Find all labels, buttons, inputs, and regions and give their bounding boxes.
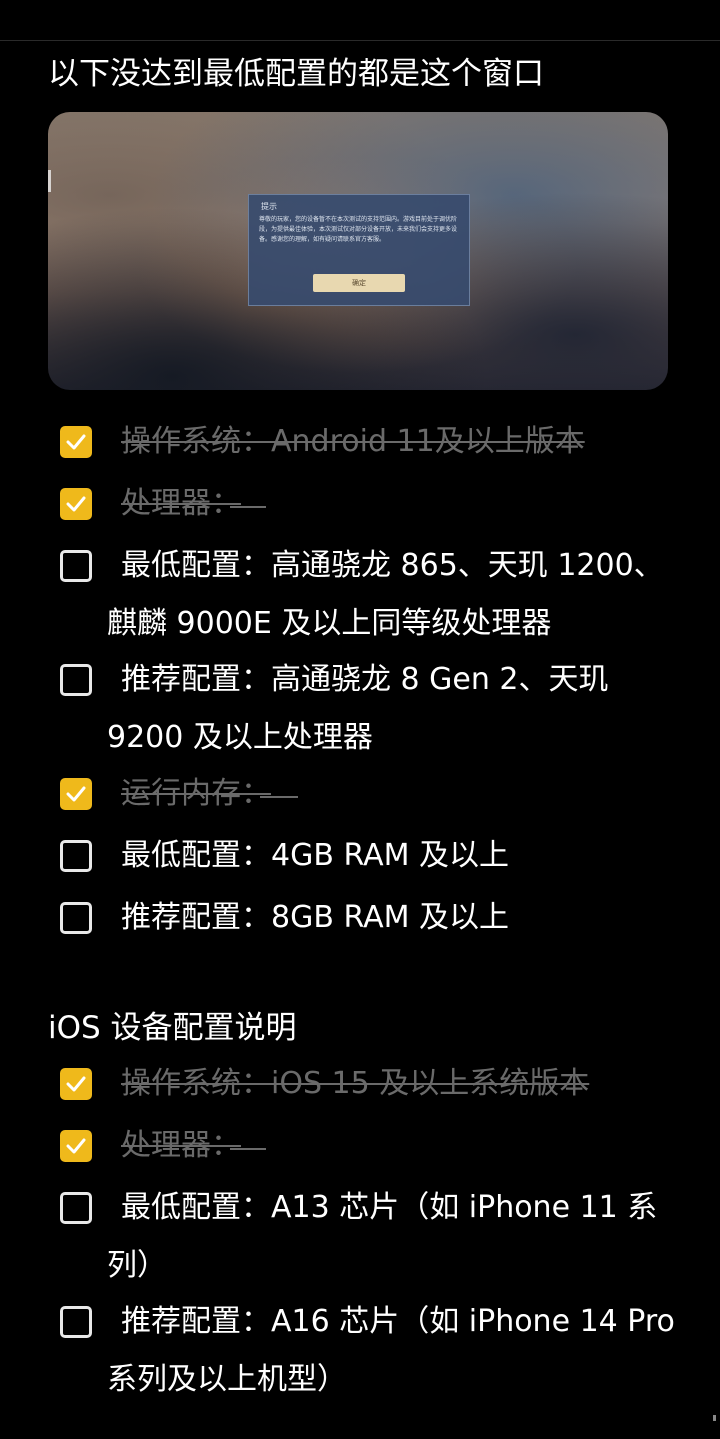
checkbox-unchecked[interactable] bbox=[60, 840, 92, 872]
dialog-title: 提示 bbox=[261, 202, 277, 211]
checkbox-checked[interactable] bbox=[60, 426, 92, 458]
scroll-indicator bbox=[713, 1415, 716, 1421]
dialog-text: 尊敬的玩家，您的设备暂不在本次测试的支持范围内。游戏目前处于调优阶段，为提供最佳… bbox=[259, 216, 458, 243]
item-label-continued: 系列及以上机型） bbox=[107, 1362, 347, 1397]
checkbox-unchecked[interactable] bbox=[60, 664, 92, 696]
top-divider bbox=[0, 40, 720, 41]
strike-dash bbox=[260, 796, 298, 798]
section-heading-ios: iOS 设备配置说明 bbox=[48, 1010, 297, 1046]
game-screenshot-image: 提示 尊敬的玩家，您的设备暂不在本次测试的支持范围内。游戏目前处于调优阶段，为提… bbox=[48, 112, 668, 390]
section-heading-android: 以下没达到最低配置的都是这个窗口 bbox=[48, 56, 544, 92]
checkbox-checked[interactable] bbox=[60, 1130, 92, 1162]
checkbox-unchecked[interactable] bbox=[60, 550, 92, 582]
item-label: 操作系统：Android 11及以上版本 bbox=[121, 424, 585, 459]
item-label: 操作系统：iOS 15 及以上系统版本 bbox=[121, 1066, 590, 1101]
check-icon bbox=[66, 496, 86, 512]
item-label: 推荐配置：A16 芯片（如 iPhone 14 Pro bbox=[121, 1304, 675, 1339]
item-label-continued: 麒麟 9000E 及以上同等级处理器 bbox=[107, 606, 552, 641]
dialog-confirm-button: 确定 bbox=[313, 274, 405, 292]
edge-mark bbox=[48, 170, 51, 192]
check-icon bbox=[66, 786, 86, 802]
check-icon bbox=[66, 1138, 86, 1154]
item-label: 最低配置：A13 芯片（如 iPhone 11 系 bbox=[121, 1190, 658, 1225]
checkbox-unchecked[interactable] bbox=[60, 1306, 92, 1338]
item-label: 处理器： bbox=[121, 1128, 241, 1163]
strike-dash bbox=[230, 506, 266, 508]
item-label-continued: 9200 及以上处理器 bbox=[107, 720, 373, 755]
checkbox-checked[interactable] bbox=[60, 778, 92, 810]
item-label: 推荐配置：高通骁龙 8 Gen 2、天玑 bbox=[121, 662, 609, 697]
item-label: 最低配置：高通骁龙 865、天玑 1200、 bbox=[121, 548, 664, 583]
checkbox-checked[interactable] bbox=[60, 488, 92, 520]
check-icon bbox=[66, 434, 86, 450]
item-label-continued: 列） bbox=[107, 1248, 167, 1283]
item-label: 运行内存： bbox=[121, 776, 271, 811]
strike-dash bbox=[230, 1148, 266, 1150]
check-icon bbox=[66, 1076, 86, 1092]
item-label: 推荐配置：8GB RAM 及以上 bbox=[121, 900, 510, 935]
checkbox-unchecked[interactable] bbox=[60, 1192, 92, 1224]
item-label: 处理器： bbox=[121, 486, 241, 521]
item-label: 最低配置：4GB RAM 及以上 bbox=[121, 838, 510, 873]
checkbox-checked[interactable] bbox=[60, 1068, 92, 1100]
device-unsupported-dialog: 提示 尊敬的玩家，您的设备暂不在本次测试的支持范围内。游戏目前处于调优阶段，为提… bbox=[248, 194, 470, 306]
checkbox-unchecked[interactable] bbox=[60, 902, 92, 934]
